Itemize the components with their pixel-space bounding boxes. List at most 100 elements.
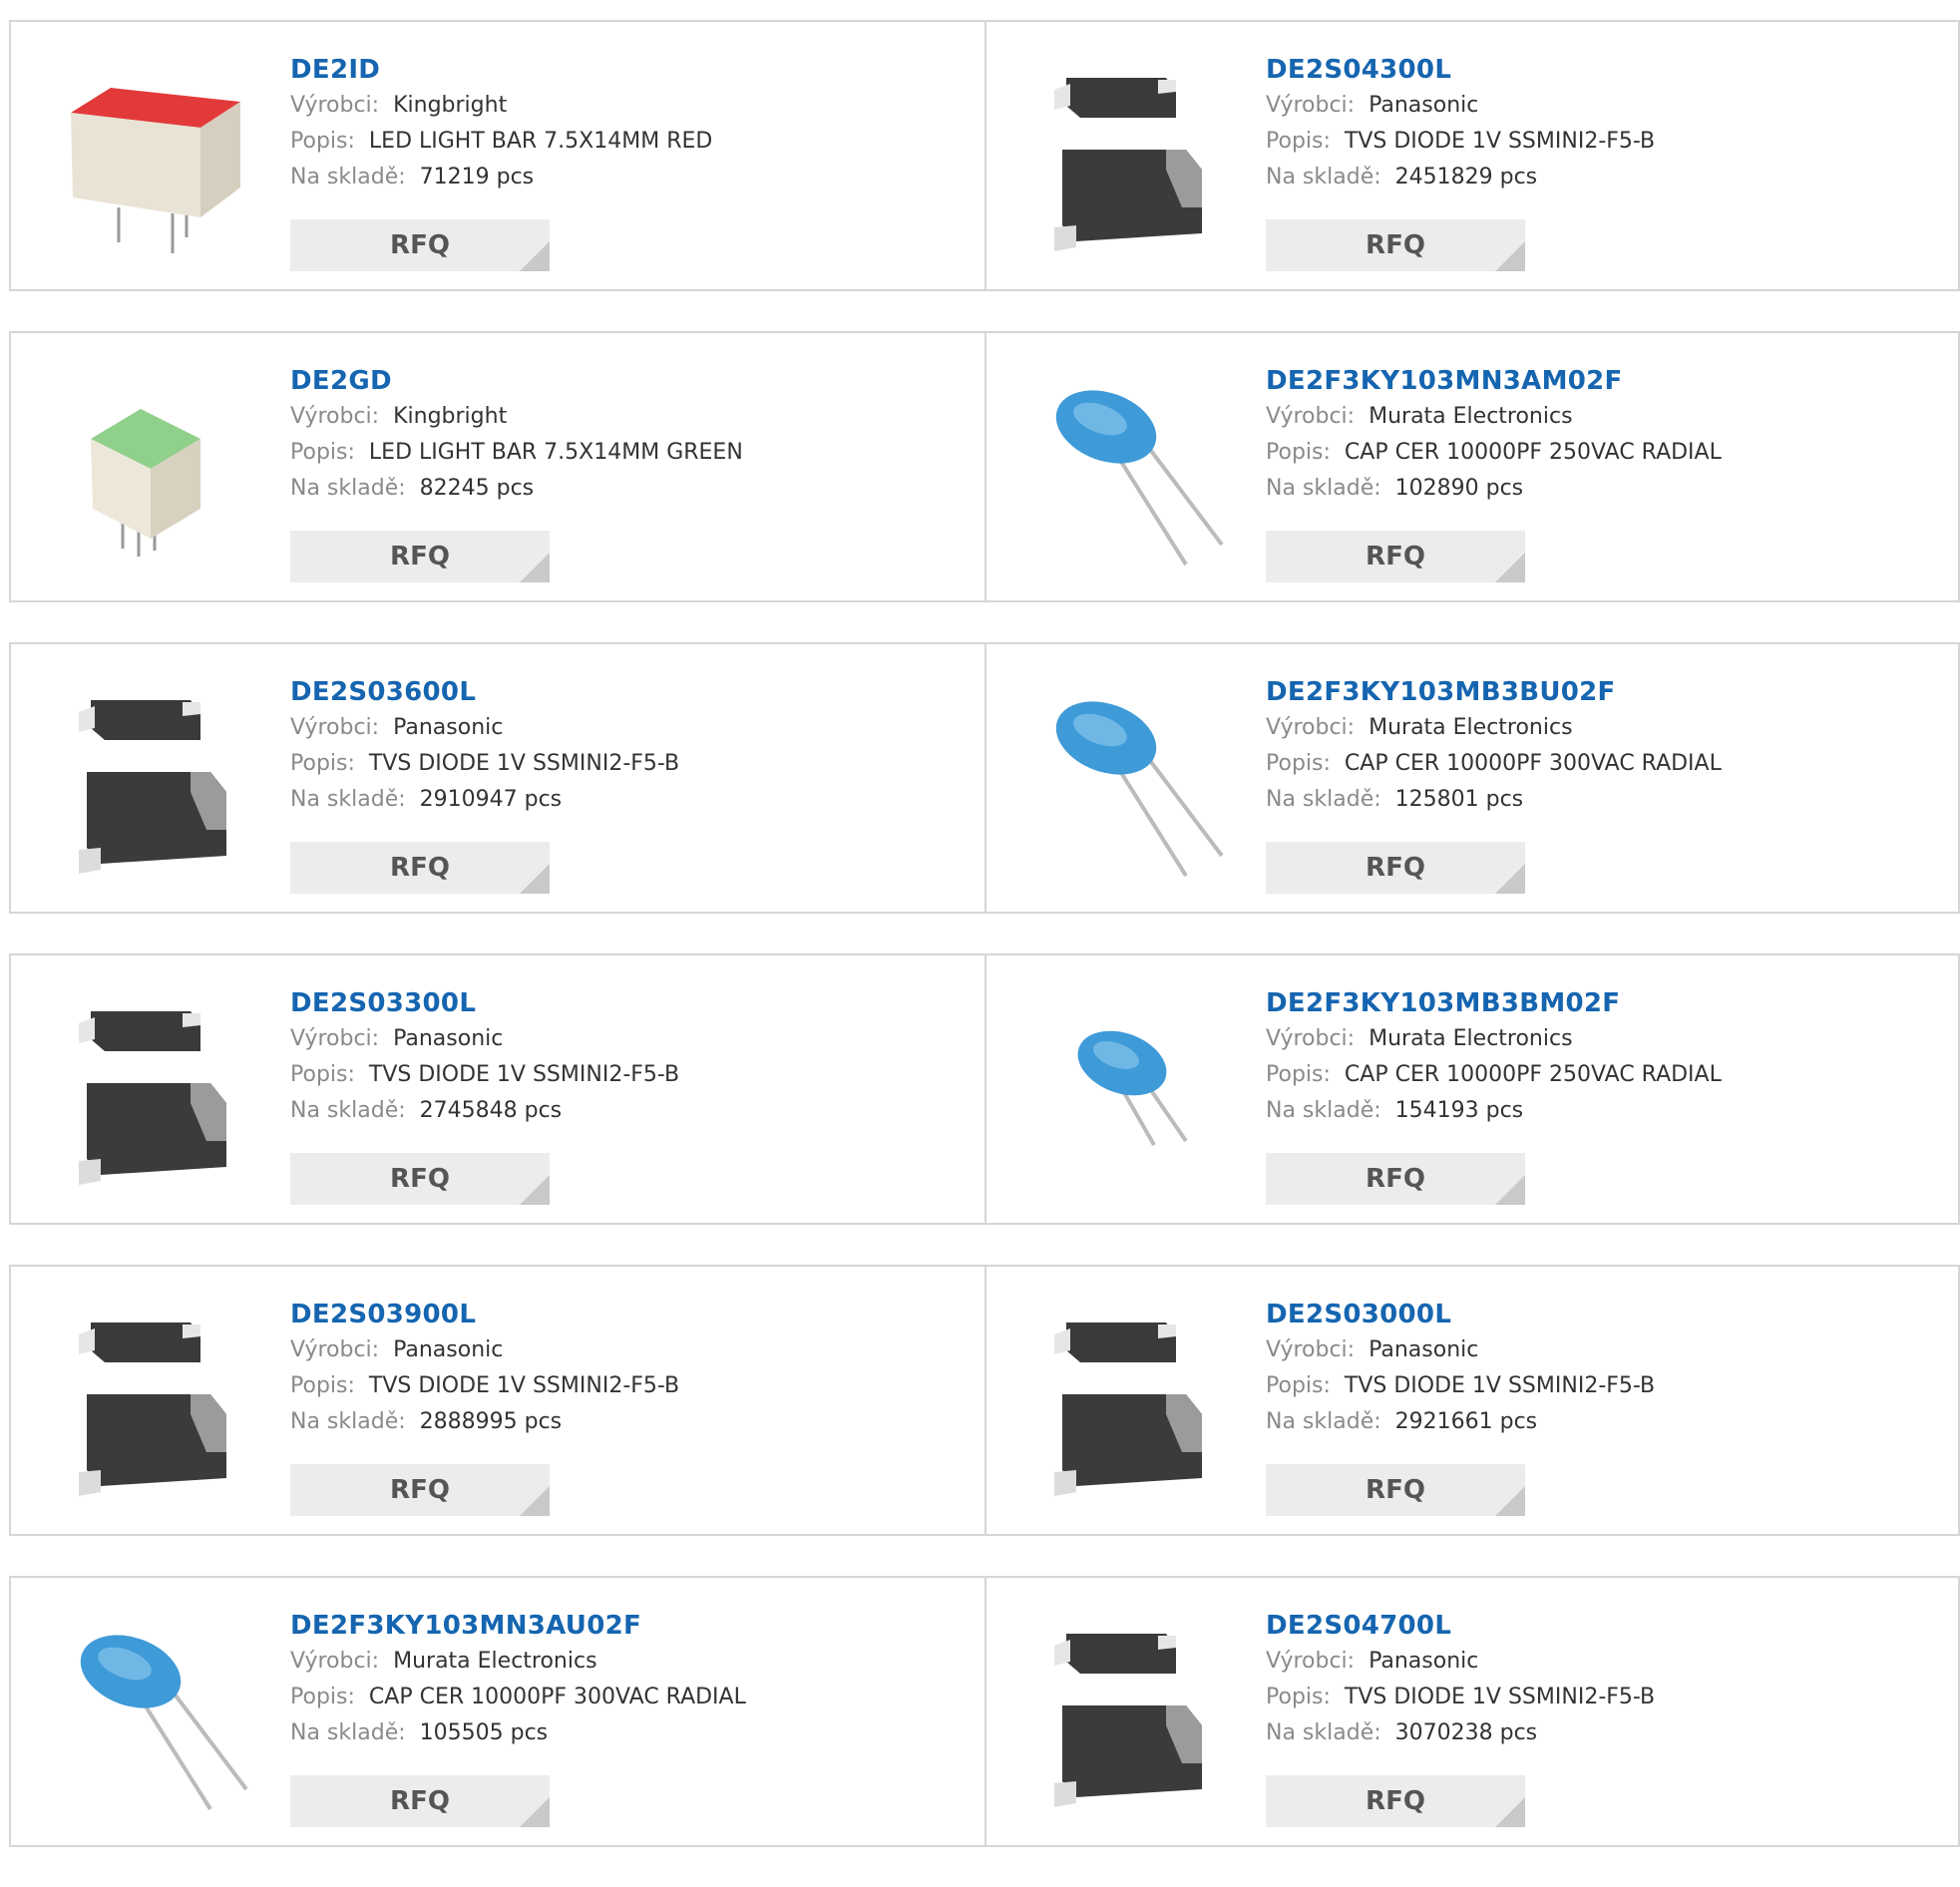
rfq-button[interactable]: RFQ <box>1266 1464 1525 1516</box>
stock-label: Na skladě: <box>1266 1098 1381 1123</box>
led-bar-icon <box>91 409 200 557</box>
product-image[interactable] <box>51 991 260 1191</box>
product-image[interactable] <box>51 1614 260 1813</box>
product-image[interactable] <box>1026 1303 1236 1502</box>
stock-label: Na skladě: <box>290 787 406 812</box>
rfq-button[interactable]: RFQ <box>290 1775 550 1827</box>
manufacturer-label: Výrobci: <box>290 404 380 429</box>
stock-value: 2888995 pcs <box>419 1409 563 1434</box>
product-card: DE2ID Výrobci: Kingbright Popis: LED LIGHT… <box>9 22 984 289</box>
product-image[interactable] <box>1026 369 1236 568</box>
rfq-label: RFQ <box>1366 853 1425 883</box>
description-label: Popis: <box>1266 751 1331 776</box>
corner-decoration <box>520 1797 550 1827</box>
manufacturer-label: Výrobci: <box>1266 404 1356 429</box>
description-value: TVS DIODE 1V SSMINI2-F5-B <box>368 1373 680 1398</box>
description-label: Popis: <box>1266 440 1331 465</box>
stock-value: 2921661 pcs <box>1394 1409 1538 1434</box>
rfq-label: RFQ <box>390 1786 450 1816</box>
product-image[interactable] <box>1026 1614 1236 1813</box>
rfq-button[interactable]: RFQ <box>1266 531 1525 582</box>
capacitor-icon <box>1055 701 1224 878</box>
product-card: DE2S04300L Výrobci: Panasonic Popis: TVS D… <box>984 22 1960 289</box>
product-row: DE2ID Výrobci: Kingbright Popis: LED LIGHT… <box>9 20 1960 291</box>
product-card: DE2S03900L Výrobci: Panasonic Popis: TVS D… <box>9 1267 984 1534</box>
stock-label: Na skladě: <box>290 1409 406 1434</box>
description-label: Popis: <box>290 1062 355 1087</box>
part-number-link[interactable]: DE2S03300L <box>290 985 679 1021</box>
product-card: DE2F3KY103MB3BU02F Výrobci: Murata Electr… <box>984 644 1960 912</box>
product-image[interactable] <box>1026 680 1236 880</box>
stock-label: Na skladě: <box>290 165 406 189</box>
stock-value: 2451829 pcs <box>1394 165 1538 189</box>
part-number-link[interactable]: DE2S03000L <box>1266 1297 1655 1332</box>
description-label: Popis: <box>1266 1062 1331 1087</box>
manufacturer-label: Výrobci: <box>290 1337 380 1362</box>
corner-decoration <box>520 241 550 271</box>
rfq-label: RFQ <box>390 853 450 883</box>
product-row: DE2S03600L Výrobci: Panasonic Popis: TVS D… <box>9 642 1960 914</box>
rfq-button[interactable]: RFQ <box>290 1153 550 1205</box>
product-image[interactable] <box>1026 991 1236 1191</box>
stock-label: Na skladě: <box>1266 1720 1381 1745</box>
manufacturer-value: Panasonic <box>393 1026 504 1051</box>
part-number-link[interactable]: DE2F3KY103MN3AM02F <box>1266 363 1722 399</box>
stock-value: 82245 pcs <box>419 476 535 501</box>
description-label: Popis: <box>290 1685 355 1709</box>
description-value: TVS DIODE 1V SSMINI2-F5-B <box>368 751 680 776</box>
rfq-button[interactable]: RFQ <box>290 531 550 582</box>
stock-value: 125801 pcs <box>1394 787 1524 812</box>
led-bar-icon <box>71 88 240 253</box>
manufacturer-value: Panasonic <box>1369 93 1479 118</box>
rfq-button[interactable]: RFQ <box>290 219 550 271</box>
diode-icon <box>79 1011 226 1185</box>
stock-label: Na skladě: <box>1266 165 1381 189</box>
product-row: DE2F3KY103MN3AU02F Výrobci: Murata Electr… <box>9 1576 1960 1847</box>
product-card: DE2S03000L Výrobci: Panasonic Popis: TVS D… <box>984 1267 1960 1534</box>
corner-decoration <box>520 1175 550 1205</box>
rfq-label: RFQ <box>390 1164 450 1194</box>
corner-decoration <box>1495 864 1525 894</box>
diode-icon <box>79 1322 226 1496</box>
rfq-button[interactable]: RFQ <box>290 1464 550 1516</box>
product-card: DE2F3KY103MN3AU02F Výrobci: Murata Electr… <box>9 1578 984 1845</box>
product-image[interactable] <box>51 1303 260 1502</box>
manufacturer-value: Panasonic <box>1369 1649 1479 1674</box>
manufacturer-value: Panasonic <box>393 715 504 740</box>
part-number-link[interactable]: DE2S04700L <box>1266 1608 1655 1644</box>
manufacturer-value: Panasonic <box>393 1337 504 1362</box>
product-image[interactable] <box>51 680 260 880</box>
stock-value: 102890 pcs <box>1394 476 1524 501</box>
rfq-button[interactable]: RFQ <box>290 842 550 894</box>
stock-label: Na skladě: <box>1266 1409 1381 1434</box>
description-value: TVS DIODE 1V SSMINI2-F5-B <box>368 1062 680 1087</box>
part-number-link[interactable]: DE2S03600L <box>290 674 679 710</box>
part-number-link[interactable]: DE2ID <box>290 52 712 88</box>
description-value: TVS DIODE 1V SSMINI2-F5-B <box>1344 1685 1656 1709</box>
stock-label: Na skladě: <box>1266 787 1381 812</box>
capacitor-icon <box>1077 1030 1188 1146</box>
description-label: Popis: <box>290 751 355 776</box>
stock-value: 2910947 pcs <box>419 787 563 812</box>
rfq-label: RFQ <box>390 230 450 260</box>
product-image[interactable] <box>1026 58 1236 257</box>
rfq-button[interactable]: RFQ <box>1266 842 1525 894</box>
part-number-link[interactable]: DE2S03900L <box>290 1297 679 1332</box>
part-number-link[interactable]: DE2F3KY103MN3AU02F <box>290 1608 746 1644</box>
description-value: CAP CER 10000PF 250VAC RADIAL <box>1344 440 1722 465</box>
stock-value: 71219 pcs <box>419 165 535 189</box>
part-number-link[interactable]: DE2F3KY103MB3BM02F <box>1266 985 1722 1021</box>
rfq-button[interactable]: RFQ <box>1266 1775 1525 1827</box>
description-label: Popis: <box>290 440 355 465</box>
manufacturer-value: Murata Electronics <box>393 1649 597 1674</box>
part-number-link[interactable]: DE2S04300L <box>1266 52 1655 88</box>
description-label: Popis: <box>290 129 355 154</box>
product-image[interactable] <box>51 369 260 568</box>
rfq-button[interactable]: RFQ <box>1266 1153 1525 1205</box>
stock-label: Na skladě: <box>290 1720 406 1745</box>
part-number-link[interactable]: DE2F3KY103MB3BU02F <box>1266 674 1722 710</box>
part-number-link[interactable]: DE2GD <box>290 363 743 399</box>
manufacturer-label: Výrobci: <box>290 715 380 740</box>
product-image[interactable] <box>51 58 260 257</box>
rfq-button[interactable]: RFQ <box>1266 219 1525 271</box>
